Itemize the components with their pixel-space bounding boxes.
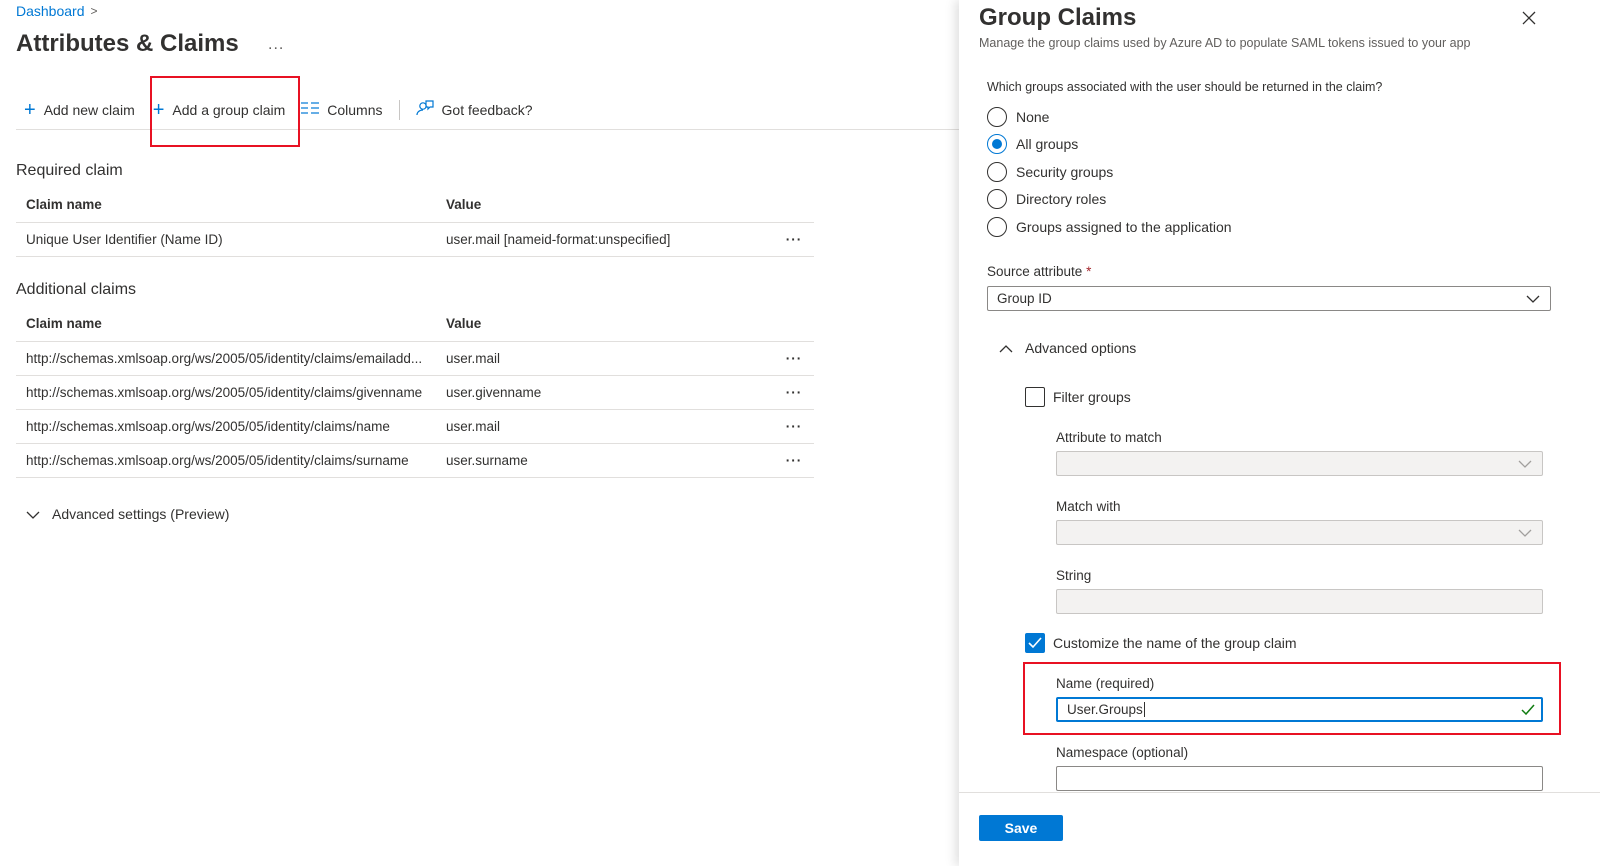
checkbox-unchecked-icon bbox=[1025, 387, 1045, 407]
radio-label: Groups assigned to the application bbox=[1016, 218, 1232, 235]
row-more-icon[interactable]: ··· bbox=[774, 419, 814, 434]
claims-blade: Dashboard > Attributes & Claims ... + Ad… bbox=[0, 0, 976, 866]
filter-groups-checkbox[interactable]: Filter groups bbox=[1025, 387, 1131, 407]
table-row[interactable]: http://schemas.xmlsoap.org/ws/2005/05/id… bbox=[16, 342, 814, 376]
radio-none[interactable]: None bbox=[987, 103, 1232, 131]
advanced-settings-label: Advanced settings (Preview) bbox=[52, 506, 230, 522]
groups-radio-group: None All groups Security groups Director… bbox=[987, 103, 1232, 241]
advanced-settings-toggle[interactable]: Advanced settings (Preview) bbox=[26, 506, 229, 522]
claim-name-cell: http://schemas.xmlsoap.org/ws/2005/05/id… bbox=[26, 419, 390, 434]
table-row[interactable]: http://schemas.xmlsoap.org/ws/2005/05/id… bbox=[16, 410, 814, 444]
table-header: Claim name Value bbox=[16, 187, 814, 223]
groups-question: Which groups associated with the user sh… bbox=[987, 80, 1383, 94]
radio-circle-icon bbox=[987, 216, 1007, 237]
panel-title: Group Claims bbox=[979, 4, 1137, 31]
annotation-highlight-name-field bbox=[1023, 662, 1561, 735]
row-more-icon[interactable]: ··· bbox=[774, 385, 814, 400]
radio-circle-icon bbox=[987, 161, 1007, 182]
claim-name-cell: http://schemas.xmlsoap.org/ws/2005/05/id… bbox=[26, 385, 423, 400]
add-new-claim-button[interactable]: + Add new claim bbox=[16, 92, 143, 128]
additional-claims-heading: Additional claims bbox=[16, 281, 137, 298]
add-new-claim-label: Add new claim bbox=[43, 101, 135, 118]
column-header-value: Value bbox=[446, 316, 482, 331]
customize-name-label: Customize the name of the group claim bbox=[1053, 635, 1297, 651]
annotation-highlight-add-group-claim bbox=[150, 76, 300, 147]
close-icon[interactable] bbox=[1522, 8, 1536, 31]
claim-name-cell: Unique User Identifier (Name ID) bbox=[26, 232, 223, 247]
columns-label: Columns bbox=[327, 101, 383, 118]
table-row[interactable]: http://schemas.xmlsoap.org/ws/2005/05/id… bbox=[16, 376, 814, 410]
match-with-dropdown[interactable] bbox=[1056, 520, 1543, 545]
chevron-up-icon bbox=[999, 341, 1013, 356]
attribute-to-match-label: Attribute to match bbox=[1056, 430, 1162, 445]
radio-circle-icon bbox=[987, 106, 1007, 127]
radio-label: None bbox=[1016, 108, 1050, 125]
advanced-options-label: Advanced options bbox=[1025, 340, 1137, 356]
claim-name-cell: http://schemas.xmlsoap.org/ws/2005/05/id… bbox=[26, 351, 423, 366]
breadcrumb-dashboard-link[interactable]: Dashboard bbox=[16, 3, 85, 19]
column-header-claim-name: Claim name bbox=[26, 197, 102, 212]
claim-value-cell: user.surname bbox=[446, 453, 528, 468]
panel-subtitle: Manage the group claims used by Azure AD… bbox=[979, 36, 1471, 50]
table-row[interactable]: http://schemas.xmlsoap.org/ws/2005/05/id… bbox=[16, 444, 814, 478]
claim-value-cell: user.mail bbox=[446, 419, 501, 434]
claim-value-cell: user.givenname bbox=[446, 385, 542, 400]
attribute-to-match-dropdown[interactable] bbox=[1056, 451, 1543, 476]
customize-name-checkbox[interactable]: Customize the name of the group claim bbox=[1025, 633, 1297, 653]
feedback-icon bbox=[415, 99, 434, 121]
namespace-label: Namespace (optional) bbox=[1056, 745, 1189, 760]
filter-groups-label: Filter groups bbox=[1053, 389, 1131, 405]
match-with-label: Match with bbox=[1056, 499, 1121, 514]
string-input[interactable] bbox=[1056, 589, 1543, 614]
panel-footer: Save bbox=[959, 792, 1600, 866]
chevron-down-icon bbox=[26, 507, 40, 522]
columns-icon bbox=[301, 101, 320, 119]
chevron-right-icon: > bbox=[90, 4, 98, 18]
claim-value-cell: user.mail bbox=[446, 351, 501, 366]
page-title: Attributes & Claims bbox=[16, 30, 239, 57]
row-more-icon[interactable]: ··· bbox=[774, 453, 814, 468]
source-attribute-dropdown[interactable]: Group ID bbox=[987, 286, 1551, 311]
column-header-value: Value bbox=[446, 197, 482, 212]
radio-directory-roles[interactable]: Directory roles bbox=[987, 186, 1232, 214]
columns-button[interactable]: Columns bbox=[293, 92, 390, 128]
breadcrumb: Dashboard > bbox=[16, 3, 98, 19]
checkbox-checked-icon bbox=[1025, 633, 1045, 653]
source-attribute-value: Group ID bbox=[997, 291, 1052, 306]
radio-circle-icon bbox=[987, 189, 1007, 210]
radio-label: Security groups bbox=[1016, 163, 1114, 180]
table-header: Claim name Value bbox=[16, 306, 814, 342]
more-options-icon[interactable]: ... bbox=[268, 36, 284, 54]
advanced-options-toggle[interactable]: Advanced options bbox=[999, 340, 1136, 356]
string-label: String bbox=[1056, 568, 1092, 583]
chevron-down-icon bbox=[1518, 455, 1532, 471]
radio-groups-assigned[interactable]: Groups assigned to the application bbox=[987, 213, 1232, 241]
required-claims-table: Claim name Value Unique User Identifier … bbox=[16, 187, 814, 257]
radio-security-groups[interactable]: Security groups bbox=[987, 158, 1232, 186]
additional-claims-table: Claim name Value http://schemas.xmlsoap.… bbox=[16, 306, 814, 478]
claim-name-cell: http://schemas.xmlsoap.org/ws/2005/05/id… bbox=[26, 453, 409, 468]
namespace-input[interactable] bbox=[1056, 766, 1543, 791]
table-row[interactable]: Unique User Identifier (Name ID) user.ma… bbox=[16, 223, 814, 257]
radio-all-groups[interactable]: All groups bbox=[987, 131, 1232, 159]
toolbar-divider bbox=[398, 99, 400, 120]
plus-icon: + bbox=[24, 98, 36, 121]
source-attribute-label: Source attribute * bbox=[987, 264, 1092, 279]
row-more-icon[interactable]: ··· bbox=[774, 351, 814, 366]
feedback-label: Got feedback? bbox=[441, 101, 533, 118]
row-more-icon[interactable]: ··· bbox=[774, 232, 814, 247]
required-claim-heading: Required claim bbox=[16, 162, 123, 179]
column-header-claim-name: Claim name bbox=[26, 316, 102, 331]
radio-selected-icon bbox=[987, 134, 1007, 155]
save-button[interactable]: Save bbox=[979, 815, 1063, 841]
chevron-down-icon bbox=[1526, 290, 1540, 306]
group-claims-panel: Group Claims Manage the group claims use… bbox=[959, 0, 1600, 866]
claim-value-cell: user.mail [nameid-format:unspecified] bbox=[446, 232, 671, 247]
radio-label: All groups bbox=[1016, 136, 1079, 153]
feedback-button[interactable]: Got feedback? bbox=[408, 92, 541, 128]
chevron-down-icon bbox=[1518, 524, 1532, 540]
radio-label: Directory roles bbox=[1016, 191, 1107, 208]
